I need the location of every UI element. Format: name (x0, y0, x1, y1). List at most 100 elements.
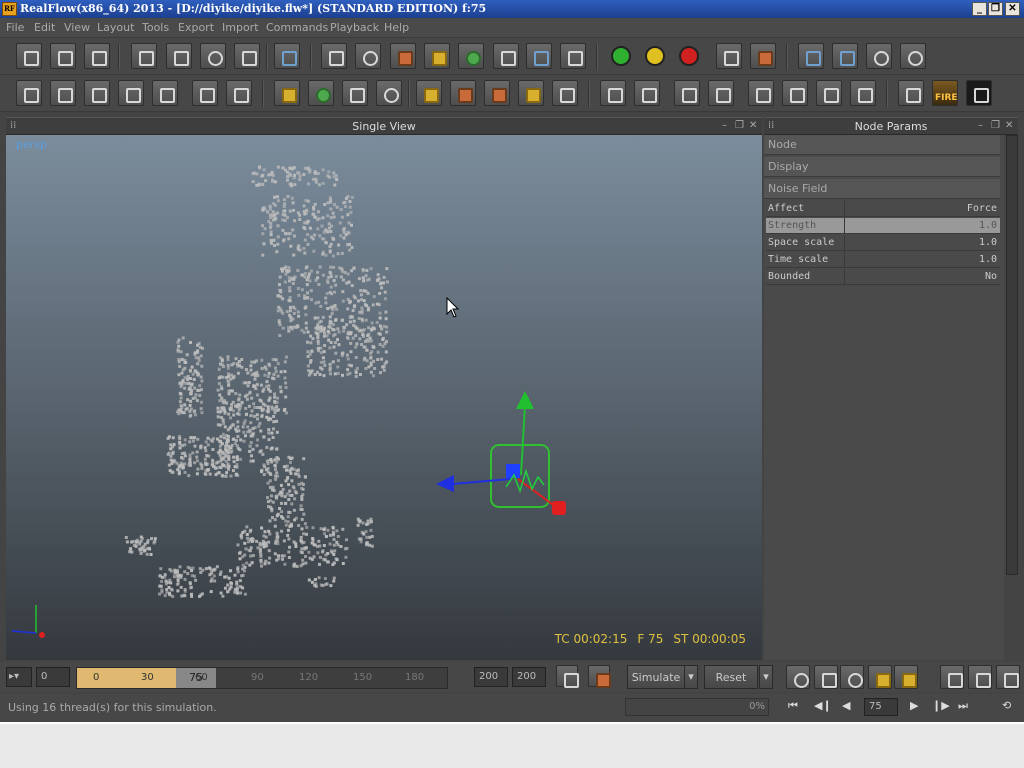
menu-import[interactable]: Import (222, 21, 259, 34)
x-axis-arrow-icon[interactable] (436, 475, 454, 492)
next-keyframe-icon[interactable]: ❙▶ (932, 699, 950, 712)
menu-tools[interactable]: Tools (142, 21, 169, 34)
mesh-cache-icon[interactable] (450, 80, 476, 106)
link-add-icon[interactable] (50, 80, 76, 106)
loop-icon[interactable]: ⟲ (1002, 699, 1011, 712)
add-object-icon[interactable] (321, 43, 347, 69)
reset-button[interactable]: Reset (704, 665, 758, 689)
prev-frame-icon[interactable]: ◀ (842, 699, 850, 712)
map-icon[interactable] (484, 80, 510, 106)
section-node[interactable]: Node (764, 135, 1000, 155)
params-restore-icon[interactable]: ❐ (991, 120, 1000, 131)
add-camera-icon[interactable] (493, 43, 519, 69)
cube-dotted-icon[interactable] (634, 80, 660, 106)
box-open-icon[interactable] (192, 80, 218, 106)
noise-field-gizmo[interactable] (6, 135, 762, 660)
particle-icon[interactable] (376, 80, 402, 106)
section-noise-field[interactable]: Noise Field (764, 179, 1000, 199)
cube-points-icon[interactable] (600, 80, 626, 106)
cache-icon[interactable] (416, 80, 442, 106)
param-value[interactable]: 1.0 (844, 252, 1000, 268)
add-rigid-icon[interactable] (424, 43, 450, 69)
single-viewport[interactable]: persp TC 00:02:15 F 75 ST 00:00:05 (6, 135, 762, 660)
param-row-affect[interactable]: Affect Force (766, 201, 1000, 217)
menu-layout[interactable]: Layout (97, 21, 134, 34)
keyframe-set-icon[interactable] (556, 665, 579, 688)
flat-cube-icon[interactable] (782, 80, 808, 106)
start-frame-field[interactable]: 0 (36, 667, 70, 687)
yellow-light-icon[interactable] (645, 46, 665, 66)
menu-help[interactable]: Help (384, 21, 409, 34)
simulate-dropdown-icon[interactable]: ▾ (684, 665, 698, 689)
render-icon[interactable] (966, 80, 992, 106)
add-mesh-icon[interactable] (458, 43, 484, 69)
close-button[interactable]: ✕ (1005, 2, 1020, 16)
relationship-icon[interactable] (308, 80, 334, 106)
smooth-cube-icon[interactable] (850, 80, 876, 106)
viewport-close-icon[interactable]: ✕ (749, 120, 757, 131)
param-row-bounded[interactable]: Bounded No (766, 269, 1000, 285)
wire-cube-icon[interactable] (748, 80, 774, 106)
run-python-icon[interactable] (832, 43, 858, 69)
reset-dropdown-icon[interactable]: ▾ (759, 665, 773, 689)
frame-select-icon[interactable] (674, 80, 700, 106)
layout-icon[interactable] (16, 80, 42, 106)
link-exclusive-icon[interactable] (118, 80, 144, 106)
params-minimize-icon[interactable]: – (978, 120, 983, 131)
export-icon[interactable] (814, 665, 838, 689)
y-axis-handle[interactable] (520, 404, 526, 476)
eye-icon[interactable] (840, 665, 864, 689)
params-close-icon[interactable]: ✕ (1005, 120, 1013, 131)
layers-icon[interactable] (786, 665, 810, 689)
param-row-space-scale[interactable]: Space scale 1.0 (766, 235, 1000, 251)
shaded-cube-icon[interactable] (816, 80, 842, 106)
param-row-strength[interactable]: Strength 1.0 (766, 218, 1000, 234)
prev-keyframe-icon[interactable]: ◀❙ (814, 699, 832, 712)
params-scrollbar[interactable] (1006, 135, 1018, 575)
section-display[interactable]: Display (764, 157, 1000, 177)
z-axis-handle[interactable] (517, 478, 557, 508)
maximize-button[interactable]: ❐ (988, 2, 1003, 16)
preview-icon[interactable] (898, 80, 924, 106)
x-axis-handle[interactable] (451, 478, 512, 485)
last-frame-icon[interactable]: ⏭ (958, 699, 968, 713)
scale-tool-icon[interactable] (234, 43, 260, 69)
move-tool-icon[interactable] (166, 43, 192, 69)
menu-file[interactable]: File (6, 21, 24, 34)
keyframe-clear-icon[interactable] (588, 665, 611, 688)
hourglass-icon[interactable] (552, 80, 578, 106)
param-value[interactable]: No (844, 269, 1000, 285)
viewport-restore-icon[interactable]: ❐ (735, 120, 744, 131)
simulate-button[interactable]: Simulate (627, 665, 685, 689)
timeline-slider[interactable]: 75 0 30 60 90 120 150 180 (76, 667, 448, 689)
timeline-menu-icon[interactable]: ▸▾ (6, 667, 32, 687)
red-light-icon[interactable] (679, 46, 699, 66)
play-icon[interactable]: ▶ (910, 699, 918, 712)
rotate-tool-icon[interactable] (200, 43, 226, 69)
menu-edit[interactable]: Edit (34, 21, 55, 34)
select-tool-icon[interactable] (131, 43, 157, 69)
end-frame-field[interactable]: 200 (474, 667, 508, 687)
z-axis-cube-icon[interactable] (552, 501, 566, 515)
fire-icon[interactable]: FIRE (932, 80, 958, 106)
link-remove-icon[interactable] (84, 80, 110, 106)
first-frame-icon[interactable]: ⏮ (788, 699, 798, 713)
menu-playback[interactable]: Playback (330, 21, 379, 34)
run-script-icon[interactable] (798, 43, 824, 69)
param-row-time-scale[interactable]: Time scale 1.0 (766, 252, 1000, 268)
add-volume-icon[interactable] (560, 43, 586, 69)
param-value[interactable]: 1.0 (844, 218, 1000, 234)
fx-sparkle-2-icon[interactable] (894, 665, 918, 689)
network-icon[interactable] (900, 43, 926, 69)
y-axis-arrow-icon[interactable] (516, 391, 534, 409)
menu-export[interactable]: Export (178, 21, 214, 34)
axis-tool-icon[interactable] (274, 43, 300, 69)
max-frame-field[interactable]: 200 (512, 667, 546, 687)
current-frame-field[interactable]: 75 (864, 698, 898, 716)
fx-sparkle-icon[interactable] (868, 665, 892, 689)
open-scene-icon[interactable] (50, 43, 76, 69)
param-value[interactable]: Force (844, 201, 1000, 217)
menu-commands[interactable]: Commands (266, 21, 328, 34)
menu-view[interactable]: View (64, 21, 90, 34)
batch-script-icon[interactable] (866, 43, 892, 69)
